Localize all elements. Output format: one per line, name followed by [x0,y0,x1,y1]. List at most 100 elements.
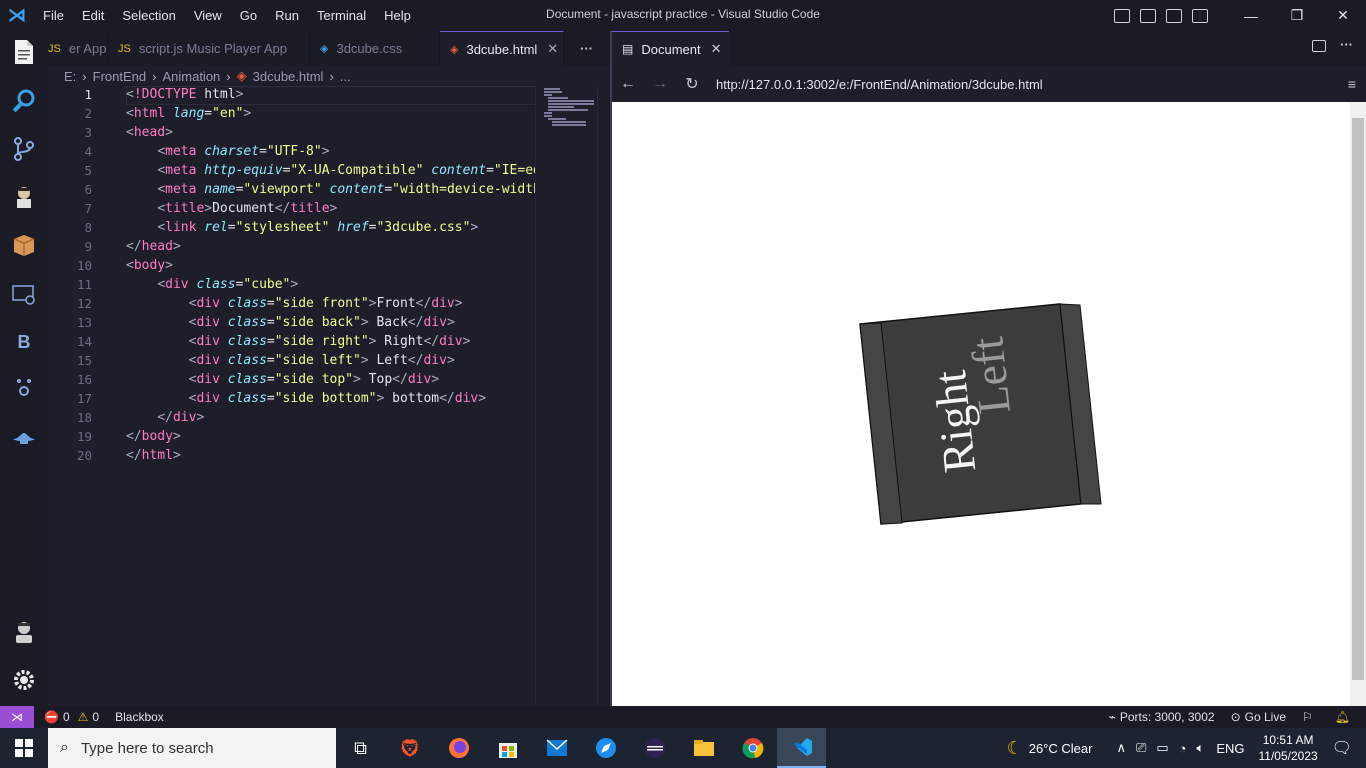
file-explorer-icon[interactable] [679,728,728,768]
accounts-icon[interactable] [8,616,40,648]
volume-icon[interactable]: 🔈︎ [1197,740,1205,756]
task-view-icon[interactable]: ⧉ [336,728,385,768]
customize-layout-icon[interactable] [1192,8,1208,23]
breadcrumb-file[interactable]: 3dcube.html [253,69,324,84]
code-editor[interactable]: 1 2 3 4 5 6 7 8 9 10 11 12 13 14 15 16 17 18 19 20 <!DOCTYP… [48,86,535,706]
windows-start-icon[interactable] [0,728,48,768]
code-line[interactable]: </div> [126,410,204,425]
breadcrumb-animation[interactable]: Animation [162,69,220,84]
live-share-icon[interactable] [8,421,40,453]
back-arrow-icon[interactable]: ← [612,75,644,93]
split-editor-icon[interactable] [1312,40,1326,52]
extensions-icon[interactable] [8,229,40,261]
menu-edit[interactable]: Edit [73,0,113,31]
menu-help[interactable]: Help [375,0,420,31]
menu-file[interactable]: File [34,0,73,31]
editor-scrollbar[interactable] [597,86,611,706]
preview-menu-icon[interactable]: ≡ [1348,76,1356,92]
code-line[interactable]: <title>Document</title> [126,201,337,216]
preview-more-actions-button[interactable]: ··· [1340,37,1353,52]
ports-status[interactable]: Ports: 3000, 3002 [1120,710,1215,724]
code-line[interactable]: <div class="cube"> [126,277,298,292]
code-line[interactable]: <div class="side front">Front</div> [126,296,463,311]
mail-icon[interactable] [532,728,581,768]
code-line[interactable]: <meta charset="UTF-8"> [126,144,329,159]
menu-terminal[interactable]: Terminal [308,0,375,31]
close-window-button[interactable]: ✕ [1320,0,1366,31]
feedback-icon[interactable]: ⚐ [1302,710,1313,724]
code-line[interactable]: <meta name="viewport" content="width=dev… [126,182,535,197]
minimize-button[interactable]: — [1228,0,1274,31]
microsoft-store-icon[interactable] [483,728,532,768]
line-number: 13 [76,315,92,330]
code-line[interactable]: </body> [126,429,181,444]
language-indicator[interactable]: ENG [1216,741,1244,756]
blackbox-icon[interactable]: B [8,326,40,358]
reload-icon[interactable]: ↻ [676,74,708,94]
error-count[interactable]: 0 [63,710,70,724]
manage-gear-icon[interactable] [8,664,40,696]
meet-now-icon[interactable]: ⎚ [1136,740,1146,756]
code-line[interactable]: <div class="side right"> Right</div> [126,334,471,349]
code-line[interactable]: <meta http-equiv="X-UA-Compatible" conte… [126,163,535,178]
blackbox-status[interactable]: Blackbox [115,710,164,724]
go-live-button[interactable]: Go Live [1245,710,1286,724]
code-line[interactable]: </head> [126,239,181,254]
preview-tab-close-icon[interactable]: ✕ [711,41,722,57]
code-line[interactable]: <div class="side bottom"> bottom</div> [126,391,486,406]
tab-3dcube-html[interactable]: ◈ 3dcube.html ✕ [440,31,564,66]
toggle-primary-sidebar-icon[interactable] [1114,8,1130,23]
code-line[interactable]: <div class="side back"> Back</div> [126,315,455,330]
code-line[interactable]: <link rel="stylesheet" href="3dcube.css"… [126,220,478,235]
weather-status[interactable]: 26°C Clear [1029,741,1093,756]
remote-indicator-icon[interactable]: ⋊ [0,706,34,728]
copilot-icon[interactable] [8,371,40,403]
url-field[interactable]: http://127.0.0.1:3002/e:/FrontEnd/Animat… [716,77,1043,92]
wifi-icon[interactable]: ◔ [1179,741,1187,756]
breadcrumb-drive[interactable]: E: [64,69,76,84]
editor-more-actions-button[interactable]: ··· [564,31,603,66]
tab-script-js[interactable]: JS script.js Music Player App [108,31,310,66]
tab-document-preview[interactable]: ▤ Document ✕ [612,31,729,66]
code-line[interactable]: <head> [126,125,173,140]
explorer-icon[interactable] [8,36,40,68]
toggle-panel-icon[interactable] [1140,8,1156,23]
code-line[interactable]: <div class="side left"> Left</div> [126,353,455,368]
clock[interactable]: 10:51 AM 11/05/2023 [1259,732,1318,764]
chrome-icon[interactable] [728,728,777,768]
safari-icon[interactable] [581,728,630,768]
code-line[interactable]: <body> [126,258,173,273]
preview-scrollbar-thumb[interactable] [1352,118,1364,680]
toggle-secondary-sidebar-icon[interactable] [1166,8,1182,23]
remote-explorer-icon[interactable] [8,279,40,311]
search-icon[interactable] [8,85,40,117]
tab-player-app[interactable]: JS er App [48,31,108,66]
source-control-icon[interactable] [8,133,40,165]
warning-count[interactable]: 0 [92,710,99,724]
notification-center-icon[interactable]: 🗨︎ [1332,738,1352,758]
firefox-icon[interactable] [434,728,483,768]
eclipse-icon[interactable] [630,728,679,768]
breadcrumb-frontend[interactable]: FrontEnd [93,69,146,84]
brave-browser-icon[interactable]: 🦁︎ [385,728,434,768]
minimap[interactable] [535,86,597,706]
tab-3dcube-css[interactable]: ◈ 3dcube.css [310,31,440,66]
breadcrumb-symbols[interactable]: ... [340,69,351,84]
code-line[interactable]: <div class="side top"> Top</div> [126,372,440,387]
code-line[interactable]: <!DOCTYPE html> [126,87,243,102]
menu-go[interactable]: Go [231,0,266,31]
battery-icon[interactable]: ▭ [1156,740,1168,756]
taskbar-search[interactable]: ⌕ Type here to search [48,728,336,768]
code-line[interactable]: </html> [126,448,181,463]
forward-arrow-icon[interactable]: → [644,75,676,93]
vscode-taskbar-icon[interactable] [777,728,826,768]
code-line[interactable]: <html lang="en"> [126,106,251,121]
menu-view[interactable]: View [185,0,231,31]
menu-selection[interactable]: Selection [113,0,184,31]
tab-close-icon[interactable]: ✕ [547,41,558,57]
restore-button[interactable]: ❐ [1274,0,1320,31]
notifications-bell-icon[interactable]: 🔔︎ [1335,710,1350,724]
show-hidden-icons-icon[interactable]: ∧ [1116,740,1126,756]
menu-run[interactable]: Run [266,0,308,31]
run-debug-icon[interactable] [8,181,40,213]
